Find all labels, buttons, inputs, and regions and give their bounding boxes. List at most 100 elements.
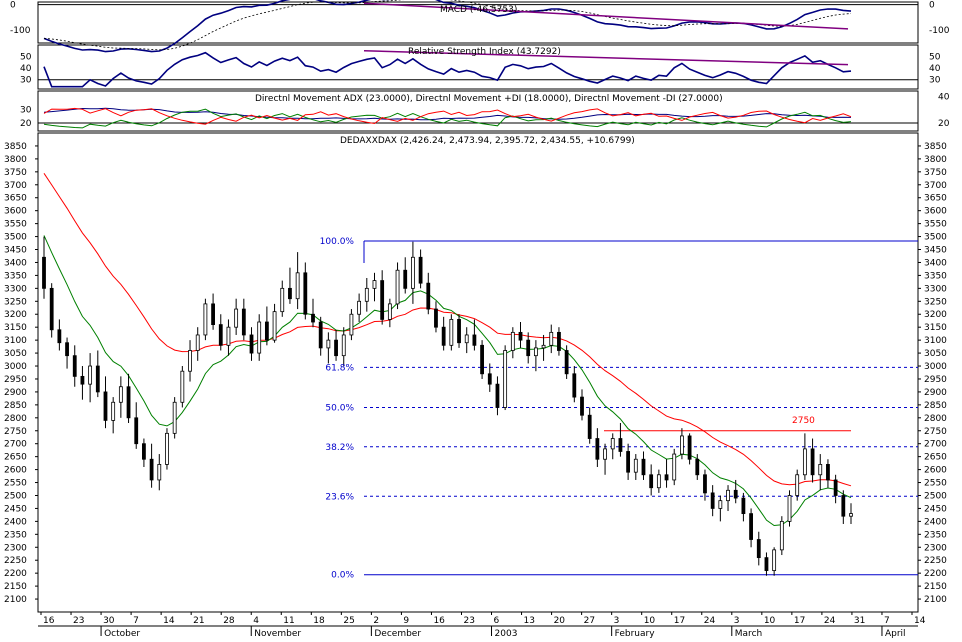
price-tick-left: 3750 (4, 168, 27, 178)
fibonacci-label: 38.2% (325, 443, 354, 453)
candle-body (687, 435, 692, 460)
candle-body (303, 272, 308, 315)
x-day-label: 10 (644, 616, 656, 626)
fibonacci-label: 61.8% (325, 363, 354, 373)
candle-body (188, 350, 192, 372)
price-tick-right: 3250 (924, 297, 947, 307)
candle-body (42, 256, 46, 289)
x-day-label: 7 (884, 616, 890, 626)
candle-body (380, 280, 385, 320)
candle-body (733, 489, 738, 499)
x-day-label: 27 (584, 616, 595, 626)
candle-body (157, 464, 162, 481)
x-day-label: 16 (43, 616, 55, 626)
candle-body (580, 396, 584, 416)
candle-body (272, 311, 277, 341)
price-tick-right: 3750 (924, 168, 947, 178)
candlestick (779, 516, 784, 556)
fibonacci-label: 23.6% (325, 492, 354, 502)
price-tick-left: 2350 (4, 530, 27, 540)
x-month-label: March (735, 629, 762, 638)
candle-body (95, 365, 100, 393)
price-tick-right: 2600 (924, 466, 947, 476)
candle-body (833, 479, 838, 496)
candle-body (495, 383, 500, 408)
rsi-panel-title: Relative Strength Index (43.7292) (408, 47, 561, 57)
candle-body (72, 355, 77, 377)
candle-body (418, 256, 423, 284)
candle-body (557, 331, 561, 351)
candle-body (641, 458, 646, 476)
price-tick-left: 2200 (4, 569, 27, 579)
candle-body (756, 539, 761, 559)
x-day-label: 9 (403, 616, 409, 626)
price-tick-right: 2400 (924, 517, 947, 527)
price-tick-right: 3550 (924, 220, 947, 230)
x-day-label: 31 (854, 616, 865, 626)
x-day-label: 14 (914, 616, 926, 626)
price-tick-right: 3650 (924, 194, 947, 204)
candle-body (541, 344, 546, 349)
candle-body (564, 350, 569, 375)
price-tick-left: 3550 (4, 220, 27, 230)
x-day-label: 25 (343, 616, 354, 626)
candle-body (65, 342, 69, 357)
candle-body (349, 313, 354, 336)
x-month-label: November (254, 629, 301, 638)
x-day-label: 2 (373, 616, 379, 626)
candlestick (787, 490, 792, 527)
candle-body (749, 513, 753, 540)
candle-body (718, 500, 723, 509)
candle-body (241, 308, 246, 336)
price-tick-right: 2200 (924, 569, 947, 579)
price-tick-left: 3800 (4, 155, 27, 165)
price-tick-right: 2750 (924, 427, 947, 437)
price-tick-left: 2800 (4, 414, 27, 424)
x-day-label: 24 (824, 616, 836, 626)
candle-body (57, 329, 62, 344)
x-day-label: 16 (433, 616, 445, 626)
candle-body (142, 443, 146, 460)
candle-body (472, 334, 477, 346)
price-tick-right: 2950 (924, 375, 947, 385)
candle-body (672, 453, 677, 481)
price-tick-left: 2550 (4, 479, 27, 489)
price-tick-left: 2600 (4, 466, 27, 476)
price-tick-left: 3400 (4, 258, 27, 268)
candle-body (165, 432, 169, 465)
candle-body (818, 464, 823, 476)
rsi-tick-right: 50 (929, 53, 941, 63)
price-tick-right: 2150 (924, 582, 947, 592)
candlestick (672, 448, 677, 486)
price-tick-left: 3850 (4, 142, 27, 152)
macd-panel-title: MACD (-46.5753) (440, 5, 517, 15)
price-tick-right: 3150 (924, 323, 947, 333)
candle-body (195, 334, 200, 351)
chart-canvas: 3850 38503800 38003750 37503700 37003650 3650… (0, 0, 962, 639)
x-day-label: 21 (193, 616, 204, 626)
candle-body (288, 287, 292, 300)
candle-body (334, 339, 338, 357)
candlestick (457, 314, 461, 348)
price-tick-right: 2800 (924, 414, 947, 424)
x-month-label: February (615, 629, 656, 638)
rsi-tick-left: 50 (20, 53, 32, 63)
candle-body (503, 350, 508, 408)
stock-chart: 3850 3850 3800 3800 3750 3750 3700 3700 3650 3650… (0, 0, 962, 639)
candle-body (234, 308, 239, 328)
candle-body (549, 331, 554, 346)
candle-body (434, 308, 438, 328)
x-day-label: 3 (734, 616, 740, 626)
candlestick (449, 314, 454, 351)
price-tick-left: 2950 (4, 375, 27, 385)
macd-tick-left: 0 (10, 1, 16, 11)
candle-body (610, 438, 615, 450)
candle-body (779, 520, 784, 551)
candle-body (264, 321, 269, 341)
price-tick-left: 3300 (4, 284, 27, 294)
price-tick-left: 2900 (4, 388, 27, 398)
candlestick (49, 283, 54, 338)
price-tick-left: 2150 (4, 582, 27, 592)
dmi-tick-left: 20 (20, 119, 32, 129)
rsi-tick-right: 30 (929, 76, 941, 86)
